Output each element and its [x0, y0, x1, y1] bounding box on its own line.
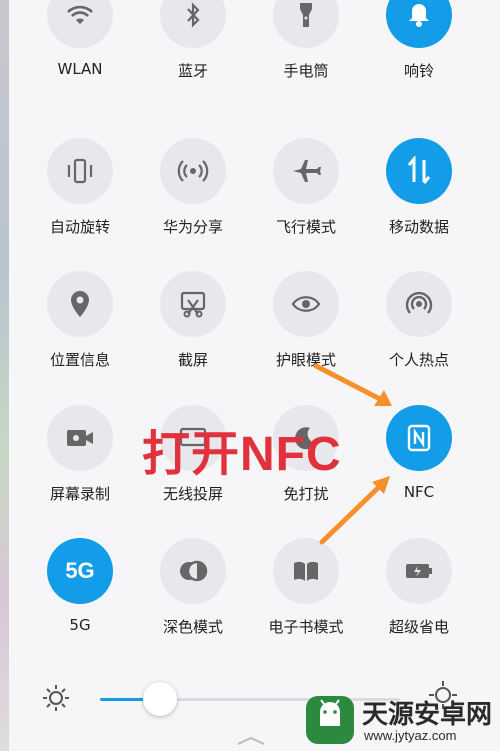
- mobile-data-icon: [386, 138, 452, 204]
- screenshot-icon: [160, 271, 226, 337]
- tile-screen-record[interactable]: 屏幕录制: [24, 405, 136, 504]
- eye-icon: [273, 271, 339, 337]
- bluetooth-icon: [160, 0, 226, 48]
- brightness-low-icon: [43, 685, 69, 711]
- tile-5g[interactable]: 5G 5G: [24, 538, 136, 634]
- tile-label: 超级省电: [388, 618, 449, 636]
- annotation-text: 打开NFC: [142, 428, 342, 481]
- tile-label: 位置信息: [49, 351, 110, 369]
- tile-label: 无线投屏: [162, 485, 223, 503]
- tile-label: 蓝牙: [177, 62, 208, 80]
- tile-eye-comfort[interactable]: 护眼模式: [250, 271, 362, 370]
- huawei-share-icon: [160, 138, 226, 204]
- tile-label: 手电筒: [283, 62, 329, 80]
- tile-battery-saver[interactable]: 超级省电: [363, 538, 475, 637]
- watermark: 天源安卓网 www.jytyaz.com: [300, 690, 500, 751]
- panel-handle-icon[interactable]: [236, 736, 266, 746]
- tile-label: 屏幕录制: [49, 485, 110, 503]
- tile-label: 电子书模式: [268, 618, 344, 636]
- tile-ring[interactable]: 响铃: [363, 0, 475, 81]
- tile-label: 5G: [69, 616, 91, 634]
- tile-mobile-data[interactable]: 移动数据: [363, 138, 475, 237]
- tile-label: 飞行模式: [275, 218, 336, 236]
- tile-label: 移动数据: [388, 218, 449, 236]
- brightness-knob[interactable]: [143, 682, 177, 716]
- left-edge-strip: [0, 0, 9, 751]
- tile-ebook[interactable]: 电子书模式: [250, 538, 362, 637]
- watermark-logo-icon: [306, 696, 354, 744]
- tile-hotspot[interactable]: 个人热点: [363, 271, 475, 370]
- annotation-arrow-lower: [319, 476, 390, 545]
- tile-label: 深色模式: [162, 618, 223, 636]
- nfc-icon: [386, 405, 452, 471]
- hotspot-icon: [386, 271, 452, 337]
- annotation-arrow-upper: [313, 363, 392, 406]
- tile-auto-rotate[interactable]: 自动旋转: [24, 138, 136, 237]
- airplane-icon: [273, 138, 339, 204]
- tile-label: 自动旋转: [49, 218, 110, 236]
- tile-label: 华为分享: [162, 218, 223, 236]
- 5g-icon: 5G: [47, 538, 113, 604]
- wifi-icon: [47, 0, 113, 48]
- tile-dark-mode[interactable]: 深色模式: [137, 538, 249, 637]
- dark-mode-icon: [160, 538, 226, 604]
- watermark-name: 天源安卓网: [362, 700, 493, 730]
- tile-airplane[interactable]: 飞行模式: [250, 138, 362, 237]
- auto-rotate-icon: [47, 138, 113, 204]
- tile-bluetooth[interactable]: 蓝牙: [137, 0, 249, 81]
- tile-label: 截屏: [177, 351, 208, 369]
- quick-settings-panel: [9, 0, 500, 751]
- location-icon: [47, 271, 113, 337]
- watermark-url: www.jytyaz.com: [364, 728, 457, 743]
- bell-icon: [386, 0, 452, 48]
- tile-label: 响铃: [403, 62, 434, 80]
- tile-flashlight[interactable]: 手电筒: [250, 0, 362, 81]
- screen-record-icon: [47, 405, 113, 471]
- 5g-icon-text: 5G: [65, 558, 95, 583]
- tile-label: WLAN: [57, 60, 103, 78]
- tile-screenshot[interactable]: 截屏: [137, 271, 249, 370]
- flashlight-icon: [273, 0, 339, 48]
- tile-location[interactable]: 位置信息: [24, 271, 136, 370]
- tile-huawei-share[interactable]: 华为分享: [137, 138, 249, 237]
- tile-wlan[interactable]: WLAN: [24, 0, 136, 78]
